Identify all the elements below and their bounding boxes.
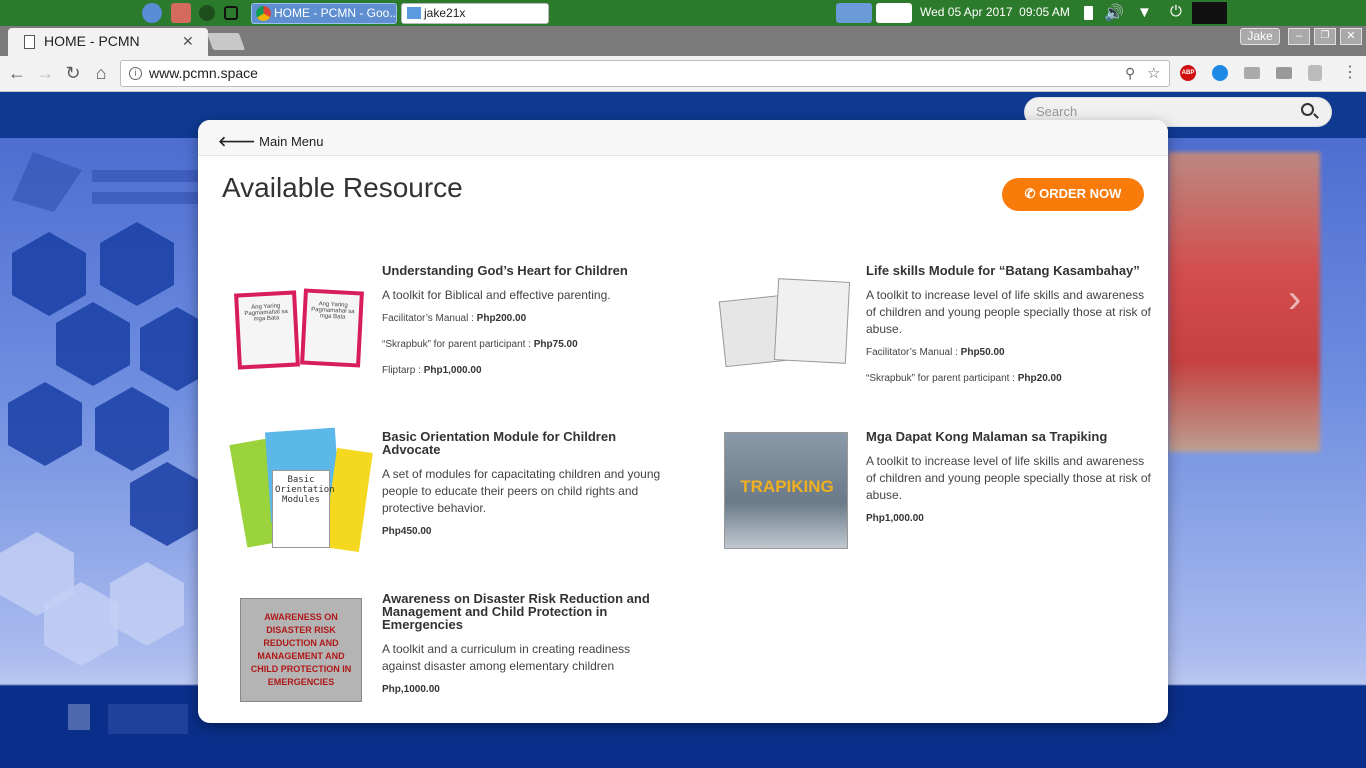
back-button[interactable]: ← — [6, 62, 28, 84]
profile-button[interactable]: Jake — [1240, 28, 1280, 45]
reload-icon[interactable]: ↻ — [62, 62, 84, 84]
resource-modal: 🡐 Main Menu Available Resource ✆ ORDER N… — [198, 120, 1168, 723]
folder-icon[interactable] — [171, 3, 191, 23]
carousel-next-icon[interactable]: › — [1288, 277, 1301, 322]
globe-icon[interactable] — [199, 5, 215, 21]
bg-hexagon — [110, 562, 184, 646]
price-line: Fliptarp : Php1,000.00 — [382, 365, 482, 376]
page-title: Available Resource — [222, 172, 463, 203]
phone-icon: ✆ — [1024, 186, 1036, 201]
tab-home-pcmn[interactable]: HOME - PCMN ✕ — [8, 28, 208, 56]
price-line: Facilitator’s Manual : Php200.00 — [382, 313, 527, 324]
resource-item: Mga Dapat Kong Malaman sa Trapiking A to… — [866, 430, 1152, 539]
book-title-text: AWARENESS ON DISASTER RISK REDUCTION AND… — [250, 612, 352, 687]
resource-thumbnail[interactable] — [718, 278, 851, 368]
resource-description: A set of modules for capacitating childr… — [382, 467, 661, 515]
menu-icon[interactable]: ⋮ — [1342, 62, 1358, 82]
resource-title[interactable]: Life skills Module for “Batang Kasambaha… — [866, 264, 1152, 277]
site-logo — [12, 152, 202, 212]
book-cover: Ang Yaring Pagmamahal sa mga Bata — [300, 288, 364, 368]
resource-description: A toolkit and a curriculum in creating r… — [382, 642, 631, 673]
resource-thumbnail[interactable]: TRAPIKING — [724, 432, 848, 549]
zoom-icon[interactable]: ⚲ — [1125, 61, 1135, 86]
price-line: Php,1000.00 — [382, 684, 440, 695]
resource-description: A toolkit to increase level of life skil… — [866, 288, 1151, 336]
price-line: Facilitator’s Manual : Php50.00 — [866, 347, 1005, 358]
price-line: Php450.00 — [382, 526, 432, 537]
resource-item: Understanding God’s Heart for Children A… — [382, 264, 662, 391]
resource-description: A toolkit to increase level of life skil… — [866, 454, 1151, 502]
bg-hexagon — [95, 387, 169, 471]
resource-title[interactable]: Understanding God’s Heart for Children — [382, 264, 662, 277]
page-icon — [24, 35, 35, 49]
resource-thumbnail[interactable]: AWARENESS ON DISASTER RISK REDUCTION AND… — [240, 598, 362, 702]
extension-icon[interactable] — [1212, 65, 1228, 81]
address-bar[interactable]: i www.pcmn.space ⚲ ☆ — [120, 60, 1170, 87]
bg-hexagon — [100, 222, 174, 306]
resource-item: Basic Orientation Module for Children Ad… — [382, 430, 672, 552]
chrome-tray-icon[interactable] — [836, 3, 872, 23]
mail-icon[interactable] — [1244, 67, 1260, 79]
minimize-button[interactable]: – — [1288, 28, 1310, 45]
bg-hexagon — [12, 232, 86, 316]
os-taskbar: HOME - PCMN - Goo... jake21x Wed 05 Apr … — [0, 0, 1366, 26]
resource-item: Life skills Module for “Batang Kasambaha… — [866, 264, 1152, 399]
clock[interactable]: Wed 05 Apr 2017 09:05 AM — [920, 5, 1070, 19]
chrome-icon — [256, 6, 271, 21]
price-line: “Skrapbuk” for parent participant : Php7… — [382, 339, 578, 350]
arrow-left-icon: 🡐 — [218, 133, 256, 149]
camera-icon[interactable] — [1276, 67, 1292, 79]
resource-description: A toolkit for Biblical and effective par… — [382, 288, 611, 302]
logo-text-block — [92, 170, 202, 182]
book-cover: Basic Orientation Modules — [272, 470, 335, 548]
close-tab-icon[interactable]: ✕ — [182, 28, 194, 54]
bg-hexagon — [130, 462, 204, 546]
forward-button[interactable]: → — [34, 62, 56, 84]
footer-logo — [68, 704, 90, 730]
footer-text-block — [108, 704, 188, 734]
task-chrome[interactable]: HOME - PCMN - Goo... — [251, 3, 397, 24]
close-window-button[interactable]: ✕ — [1340, 28, 1362, 45]
book-cover — [773, 278, 851, 364]
home-icon[interactable]: ⌂ — [90, 62, 112, 84]
star-icon[interactable]: ☆ — [1147, 61, 1160, 86]
logo-text-block — [92, 192, 202, 204]
folder-icon — [407, 7, 421, 19]
book-cover: Ang Yaring Pagmamahal sa mga Bata — [234, 290, 300, 370]
power-icon[interactable]: ⏻ — [1170, 3, 1182, 20]
wifi-icon[interactable]: ▼ — [1137, 4, 1152, 21]
battery-icon[interactable] — [1084, 6, 1093, 20]
atom-icon[interactable] — [142, 3, 162, 23]
resource-title[interactable]: Basic Orientation Module for Children Ad… — [382, 430, 672, 456]
book-title-text: TRAPIKING — [740, 477, 834, 496]
logo-mark-icon — [12, 152, 82, 212]
extension2-icon[interactable] — [1308, 65, 1322, 81]
resource-thumbnail[interactable]: Basic Orientation Modules — [229, 426, 373, 554]
info-icon: i — [129, 67, 142, 80]
price-line: “Skrapbuk” for parent participant : Php2… — [866, 373, 1062, 384]
resource-title[interactable]: Awareness on Disaster Risk Reduction and… — [382, 592, 672, 631]
maximize-button[interactable]: ❐ — [1314, 28, 1336, 45]
bg-hexagon — [56, 302, 130, 386]
window-icon[interactable] — [224, 6, 238, 20]
bg-hexagon — [8, 382, 82, 466]
volume-icon[interactable]: 🔊 — [1104, 3, 1124, 23]
resource-thumbnail[interactable]: Ang Yaring Pagmamahal sa mga Bata Ang Ya… — [234, 288, 364, 372]
screen-tray-icon[interactable] — [876, 3, 912, 23]
order-now-button[interactable]: ✆ ORDER NOW — [1002, 178, 1144, 211]
modal-header: 🡐 Main Menu — [198, 120, 1168, 156]
search-icon-handle — [1313, 113, 1319, 119]
cpu-graph-icon — [1192, 2, 1227, 24]
resource-item: Awareness on Disaster Risk Reduction and… — [382, 592, 672, 710]
price-line: Php1,000.00 — [866, 513, 924, 524]
main-menu-link[interactable]: 🡐 Main Menu — [218, 133, 323, 149]
adblock-icon[interactable]: ABP — [1180, 65, 1196, 81]
task-folder[interactable]: jake21x — [401, 3, 549, 24]
resource-title[interactable]: Mga Dapat Kong Malaman sa Trapiking — [866, 430, 1152, 443]
new-tab-button[interactable] — [206, 33, 246, 50]
